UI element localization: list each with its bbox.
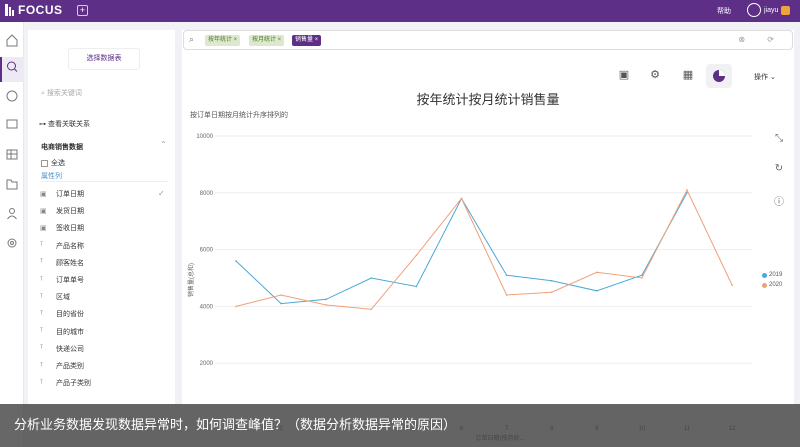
view-relations-link[interactable]: ⊶ 查看关联关系 bbox=[39, 119, 90, 129]
check-icon: ✓ bbox=[158, 189, 165, 198]
app-logo[interactable]: FOCUS bbox=[5, 3, 63, 17]
clear-icon[interactable]: ⊗ ⟳ bbox=[738, 35, 784, 44]
field-label: 产品子类别 bbox=[56, 380, 91, 388]
field-label: 签收日期 bbox=[56, 225, 84, 233]
field-label: 顾客姓名 bbox=[56, 259, 84, 267]
relations-label: 查看关联关系 bbox=[47, 121, 90, 128]
filter-tag-label: 按月统计 bbox=[252, 37, 277, 43]
legend-item-2019[interactable]: 2019 bbox=[762, 272, 782, 278]
field-item[interactable]: ᵀ 产品类别 bbox=[40, 361, 84, 371]
field-label: 订单单号 bbox=[56, 277, 84, 284]
main-canvas bbox=[182, 30, 794, 405]
legend-label: 2019 bbox=[769, 272, 783, 278]
text-type-icon: ᵀ bbox=[40, 276, 44, 284]
divider bbox=[41, 181, 168, 182]
legend-label: 2020 bbox=[769, 282, 783, 288]
caption-banner: 分析业务数据发现数据异常时，如何调查峰值？（数据分析数据异常的原因） bbox=[0, 404, 800, 447]
field-item[interactable]: ᵀ 目的省份 bbox=[40, 309, 84, 319]
logo-text: FOCUS bbox=[18, 3, 63, 17]
nav-active-indicator bbox=[0, 57, 24, 82]
legend-item-2020[interactable]: 2020 bbox=[762, 282, 782, 288]
select-all-checkbox[interactable]: 全选 bbox=[41, 158, 65, 168]
field-label: 快递公司 bbox=[56, 345, 84, 353]
field-label: 产品名称 bbox=[56, 242, 84, 250]
new-tab-button[interactable]: + bbox=[77, 5, 88, 16]
calendar-icon: ▣ bbox=[40, 225, 47, 233]
field-item[interactable]: ▣ 订单日期 bbox=[40, 189, 84, 199]
logo-icon bbox=[5, 4, 14, 16]
text-type-icon: ᵀ bbox=[40, 310, 44, 318]
filter-tag[interactable]: 按月统计 × bbox=[249, 35, 285, 46]
field-item[interactable]: ▣ 发货日期 bbox=[40, 206, 84, 216]
field-label: 发货日期 bbox=[56, 208, 84, 216]
vip-badge-icon bbox=[781, 6, 790, 15]
help-link[interactable]: 帮助 bbox=[717, 6, 731, 16]
field-item[interactable]: ᵀ 订单单号 bbox=[40, 275, 84, 285]
field-item[interactable]: ▣ 签收日期 bbox=[40, 223, 84, 233]
tab-attributes[interactable]: 属性列 bbox=[41, 171, 62, 181]
filter-tag-label: 按年统计 bbox=[208, 37, 233, 43]
text-type-icon: ᵀ bbox=[40, 345, 44, 353]
calendar-icon: ▣ bbox=[40, 208, 47, 216]
text-type-icon: ᵀ bbox=[40, 293, 44, 301]
help-icon[interactable]: ⓘ bbox=[772, 193, 786, 208]
field-label: 目的省份 bbox=[56, 311, 84, 319]
filter-tag-label: 销售量 bbox=[295, 37, 314, 43]
chevron-up-icon[interactable]: ⌃ bbox=[160, 140, 167, 149]
avatar[interactable] bbox=[747, 3, 761, 17]
field-item[interactable]: ᵀ 顾客姓名 bbox=[40, 258, 84, 268]
gear-icon[interactable]: ⚙ bbox=[647, 67, 663, 83]
legend-dot bbox=[762, 272, 767, 278]
search-icon: ⌕ bbox=[189, 34, 195, 44]
left-nav bbox=[0, 22, 24, 447]
checkbox[interactable] bbox=[41, 159, 48, 167]
field-label: 目的城市 bbox=[56, 328, 84, 336]
select-all-label: 全选 bbox=[51, 160, 65, 167]
table-icon[interactable]: ▦ bbox=[680, 67, 696, 83]
chart-subtitle: 按订单日期按月统计升序排列的 bbox=[190, 112, 288, 119]
dataset-title[interactable]: 电商销售数据 bbox=[41, 142, 83, 152]
field-item[interactable]: ᵀ 产品名称 bbox=[40, 241, 84, 251]
pie-chart-button[interactable] bbox=[706, 64, 732, 88]
field-item[interactable]: ᵀ 快递公司 bbox=[40, 344, 84, 354]
select-table-label: 选择数据表 bbox=[86, 55, 122, 62]
search-placeholder: 搜索关键词 bbox=[46, 90, 82, 97]
operations-menu[interactable]: 操作 ⌄ bbox=[754, 72, 776, 82]
refresh-icon[interactable]: ↻ bbox=[772, 163, 786, 177]
field-search-input[interactable]: ⌕ 搜索关键词 bbox=[41, 88, 82, 98]
text-type-icon: ᵀ bbox=[40, 328, 44, 336]
field-item[interactable]: ᵀ 目的城市 bbox=[40, 327, 84, 337]
axis-icon[interactable]: ⤡ bbox=[772, 133, 786, 147]
operations-label: 操作 bbox=[754, 74, 768, 81]
field-item[interactable]: ᵀ 产品子类别 bbox=[40, 378, 91, 388]
filter-tag[interactable]: 销售量 × bbox=[292, 35, 322, 46]
save-icon[interactable]: ▣ bbox=[616, 67, 632, 83]
text-type-icon: ᵀ bbox=[40, 379, 44, 387]
field-label: 订单日期 bbox=[56, 191, 84, 198]
calendar-icon: ▣ bbox=[40, 191, 47, 198]
top-bar: FOCUS + 帮助 jiayu bbox=[0, 0, 800, 22]
field-label: 产品类别 bbox=[56, 363, 84, 370]
field-item[interactable]: ᵀ 区域 bbox=[40, 292, 70, 302]
chart-title: 按年统计按月统计销售量 bbox=[416, 92, 560, 107]
user-name[interactable]: jiayu bbox=[764, 7, 778, 14]
text-type-icon: ᵀ bbox=[40, 242, 44, 250]
filter-tag[interactable]: 按年统计 × bbox=[205, 35, 241, 46]
search-query-bar[interactable]: ⌕ 按年统计 × 按月统计 × 销售量 × ⊗ ⟳ bbox=[183, 30, 793, 50]
text-type-icon: ᵀ bbox=[40, 259, 44, 267]
text-type-icon: ᵀ bbox=[40, 362, 44, 370]
select-table-button[interactable]: 选择数据表 bbox=[68, 48, 140, 70]
field-label: 区域 bbox=[56, 294, 70, 302]
legend-dot bbox=[762, 282, 767, 288]
